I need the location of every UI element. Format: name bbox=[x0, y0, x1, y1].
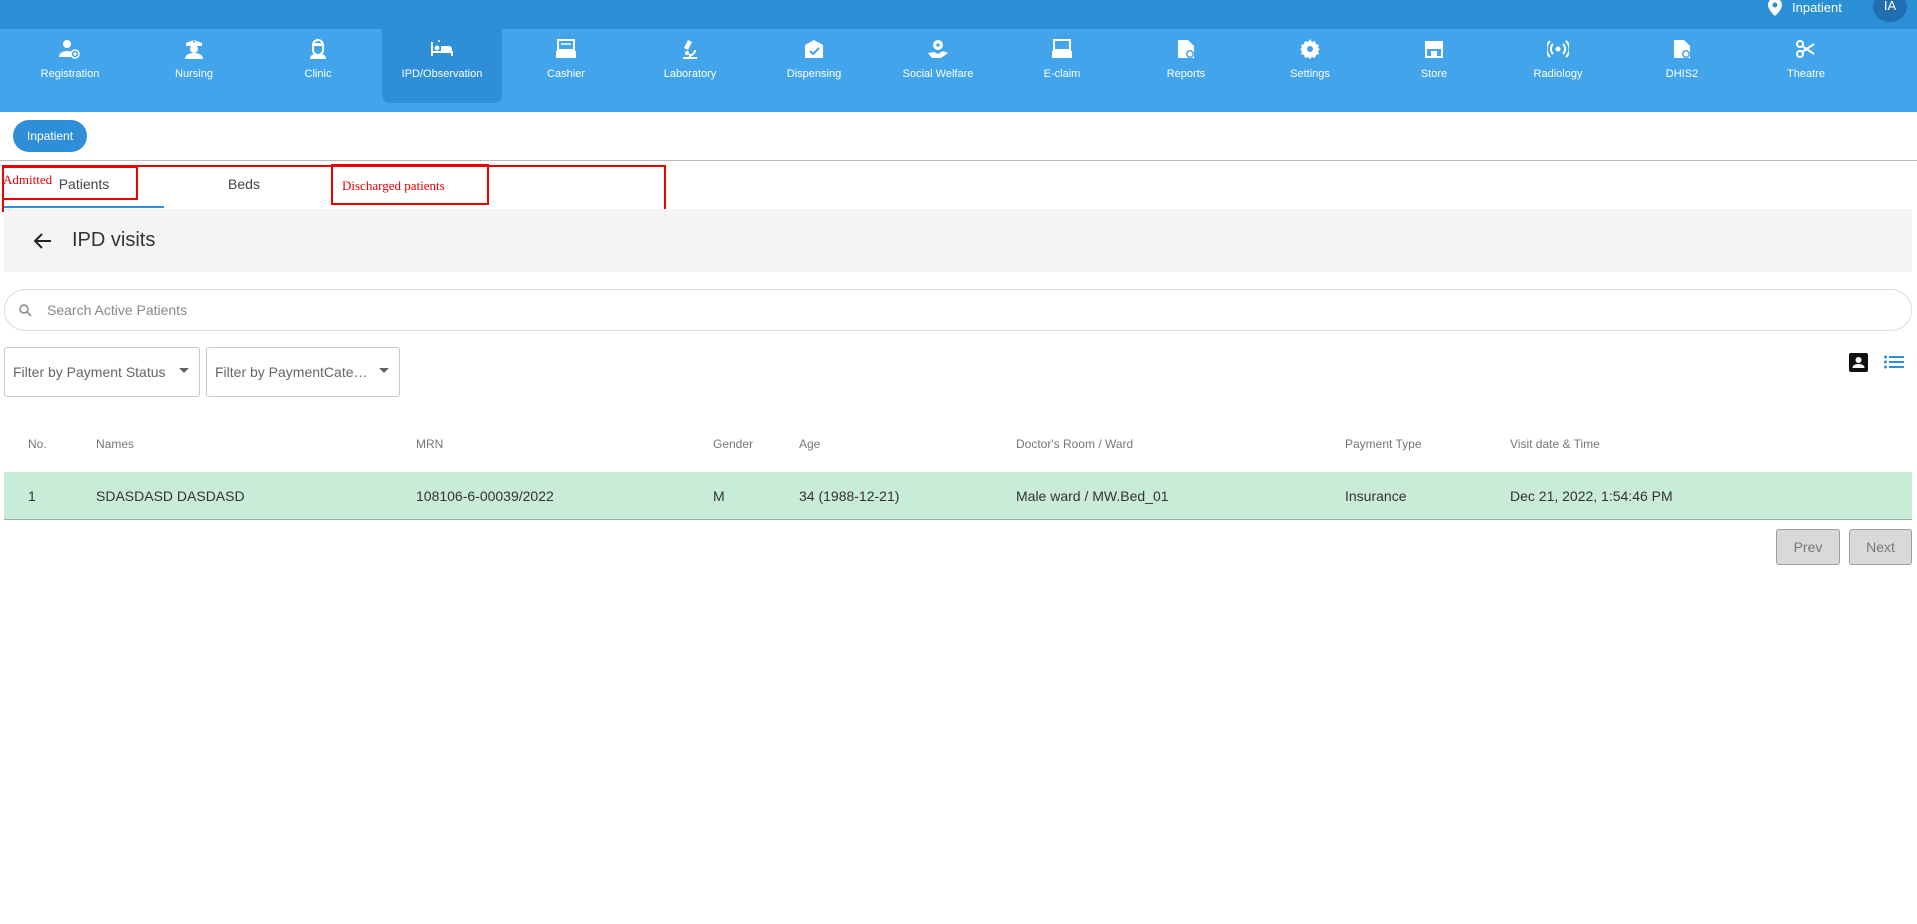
gear-icon bbox=[1300, 39, 1320, 59]
module-e-claim[interactable]: E-claim bbox=[1002, 29, 1122, 103]
user-avatar[interactable]: IA bbox=[1873, 0, 1907, 22]
module-dispensing[interactable]: Dispensing bbox=[754, 29, 874, 103]
module-label: Registration bbox=[40, 68, 100, 80]
module-label: Theatre bbox=[1787, 68, 1825, 80]
report-icon bbox=[1178, 40, 1194, 58]
cell-visit-date: Dec 21, 2022, 1:54:46 PM bbox=[1510, 488, 1673, 504]
next-button[interactable]: Next bbox=[1849, 529, 1912, 565]
cell-room-ward: Male ward / MW.Bed_01 bbox=[1016, 488, 1169, 504]
chevron-down-icon bbox=[179, 368, 189, 373]
table-row[interactable]: 1 SDASDASD DASDASD 108106-6-00039/2022 M… bbox=[4, 472, 1912, 520]
col-header-visit-date: Visit date & Time bbox=[1510, 437, 1600, 451]
search-bar bbox=[4, 289, 1912, 331]
module-radiology[interactable]: Radiology bbox=[1498, 29, 1618, 103]
module-label: Reports bbox=[1166, 68, 1206, 80]
search-icon bbox=[18, 303, 32, 317]
arrow-left-icon bbox=[34, 232, 51, 249]
back-button[interactable] bbox=[30, 228, 56, 254]
scissors-icon bbox=[1796, 40, 1815, 58]
col-header-no: No. bbox=[28, 437, 47, 451]
module-label: DHIS2 bbox=[1665, 68, 1699, 80]
module-label: IPD/Observation bbox=[401, 68, 483, 80]
filter-payment-category[interactable]: Filter by PaymentCateg... bbox=[206, 347, 400, 397]
module-label: Store bbox=[1420, 68, 1448, 80]
module-nursing[interactable]: Nursing bbox=[134, 29, 254, 103]
cell-gender: M bbox=[713, 488, 725, 504]
cell-payment-type: Insurance bbox=[1345, 488, 1407, 504]
page-title: IPD visits bbox=[72, 229, 156, 251]
module-registration[interactable]: Registration bbox=[10, 29, 130, 103]
filter-payment-status[interactable]: Filter by Payment Status bbox=[4, 347, 200, 397]
col-header-room-ward: Doctor's Room / Ward bbox=[1016, 437, 1134, 451]
module-ipd-observation[interactable]: IPD/Observation bbox=[382, 29, 502, 103]
module-label: Social Welfare bbox=[902, 68, 974, 80]
page-header: IPD visits bbox=[4, 209, 1912, 272]
cell-age: 34 (1988-12-21) bbox=[799, 488, 900, 504]
contact-card-icon bbox=[1848, 352, 1868, 372]
col-header-gender: Gender bbox=[713, 437, 754, 451]
microscope-icon bbox=[683, 40, 697, 59]
module-theatre[interactable]: Theatre bbox=[1746, 29, 1866, 103]
module-label: Nursing bbox=[175, 68, 213, 80]
top-bar: Inpatient IA bbox=[0, 0, 1917, 29]
cell-names: SDASDASD DASDASD bbox=[96, 488, 245, 504]
store-icon bbox=[1425, 41, 1443, 58]
prev-button[interactable]: Prev bbox=[1776, 529, 1840, 565]
chip-label: Inpatient bbox=[27, 129, 74, 143]
annotation-discharged-label: Discharged patients bbox=[342, 178, 445, 193]
module-cashier[interactable]: Cashier bbox=[506, 29, 626, 103]
module-dhis2[interactable]: DHIS2 bbox=[1622, 29, 1742, 103]
cash-register-icon bbox=[556, 39, 576, 58]
hospital-bed-icon bbox=[431, 40, 453, 56]
module-store[interactable]: Store bbox=[1374, 29, 1494, 103]
module-settings[interactable]: Settings bbox=[1250, 29, 1370, 103]
pharmacy-icon bbox=[805, 40, 823, 58]
user-add-icon bbox=[59, 40, 80, 59]
col-header-age: Age bbox=[799, 437, 821, 451]
nurse-icon bbox=[185, 40, 203, 59]
module-clinic[interactable]: Clinic bbox=[258, 29, 378, 103]
location-label: Inpatient bbox=[1792, 0, 1842, 15]
filter-payment-status-label: Filter by Payment Status bbox=[13, 364, 166, 380]
chevron-down-icon bbox=[379, 368, 389, 373]
cell-mrn: 108106-6-00039/2022 bbox=[416, 488, 554, 504]
doctor-icon bbox=[310, 39, 326, 59]
col-header-names: Names bbox=[96, 437, 135, 451]
module-label: E-claim bbox=[1043, 68, 1081, 80]
module-label: Clinic bbox=[304, 68, 332, 80]
document-icon bbox=[1674, 40, 1690, 58]
location-pin-icon bbox=[1768, 0, 1782, 16]
card-view-button[interactable] bbox=[1846, 350, 1870, 374]
module-label: Laboratory bbox=[663, 68, 717, 80]
register-icon bbox=[1052, 39, 1072, 58]
module-label: Cashier bbox=[547, 68, 585, 80]
module-nav: Registration Nursing Clinic IPD/Observat… bbox=[0, 29, 1917, 112]
annotation-admitted-label: Admitted bbox=[3, 172, 53, 187]
col-header-mrn: MRN bbox=[416, 437, 444, 451]
inpatient-chip[interactable]: Inpatient bbox=[13, 120, 88, 152]
avatar-initials: IA bbox=[1883, 0, 1897, 13]
table-header: No. Names MRN Gender Age Doctor's Room /… bbox=[4, 424, 1912, 472]
filter-payment-category-label: Filter by PaymentCateg... bbox=[215, 364, 371, 380]
module-reports[interactable]: Reports bbox=[1126, 29, 1246, 103]
module-label: Radiology bbox=[1533, 68, 1583, 80]
list-view-button[interactable] bbox=[1882, 350, 1906, 374]
cell-no: 1 bbox=[28, 488, 36, 504]
module-laboratory[interactable]: Laboratory bbox=[630, 29, 750, 103]
search-input[interactable] bbox=[47, 302, 1847, 318]
hand-heart-icon bbox=[928, 40, 948, 58]
module-label: Settings bbox=[1290, 68, 1330, 80]
list-icon bbox=[1884, 355, 1904, 369]
location-indicator[interactable]: Inpatient bbox=[1768, 0, 1842, 16]
module-label: Dispensing bbox=[786, 68, 842, 80]
col-header-payment-type: Payment Type bbox=[1345, 437, 1422, 451]
module-social-welfare[interactable]: Social Welfare bbox=[878, 29, 998, 103]
radiation-icon bbox=[1547, 40, 1569, 58]
